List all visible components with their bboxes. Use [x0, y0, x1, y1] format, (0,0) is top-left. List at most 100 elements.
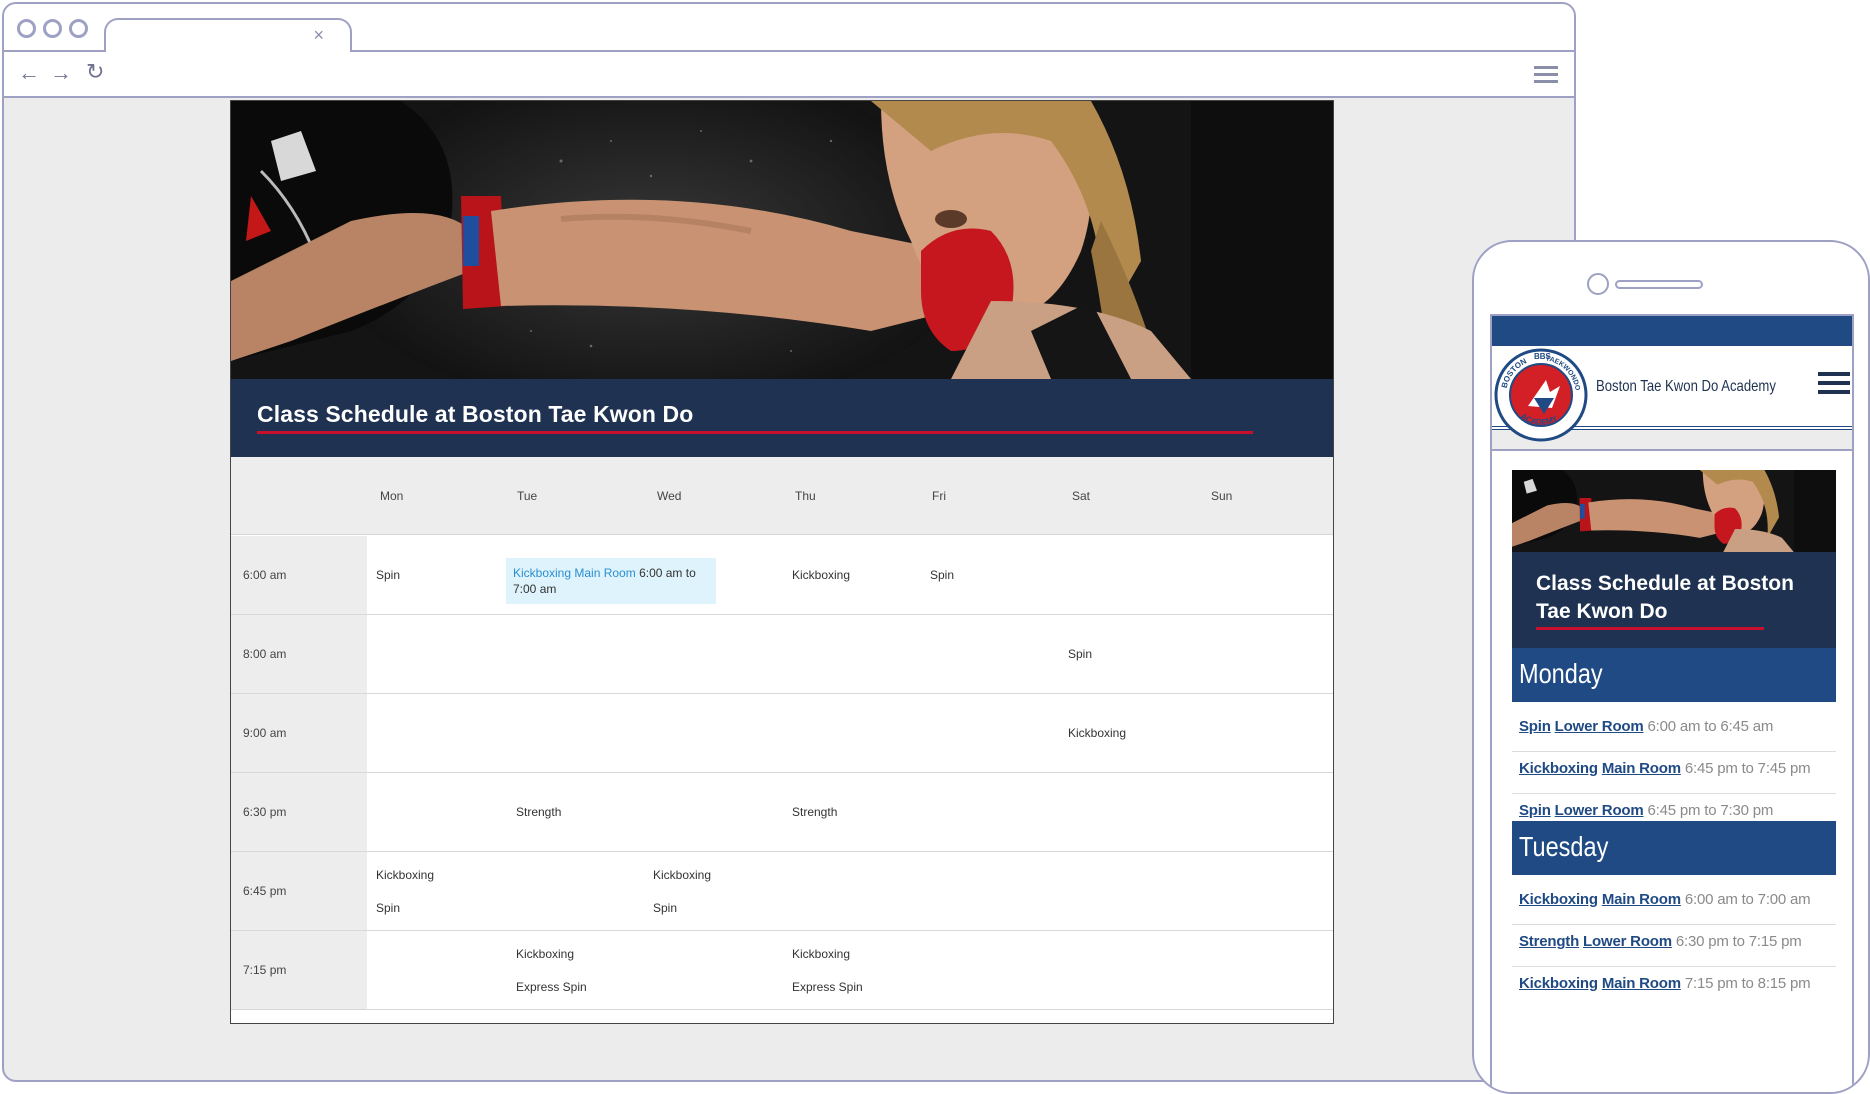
time-label: 6:45 pm — [243, 884, 287, 898]
day-header-sat: Sat — [1072, 489, 1091, 503]
day-header-fri: Fri — [932, 489, 946, 503]
hero-image — [231, 101, 1333, 379]
forward-arrow-icon[interactable]: → — [50, 62, 72, 84]
class-entry[interactable]: Kickboxing — [653, 867, 711, 883]
mobile-page-title: Class Schedule at Boston Tae Kwon Do — [1536, 572, 1794, 623]
class-time: 6:30 pm to 7:15 pm — [1675, 933, 1802, 950]
mobile-hero-image — [1512, 470, 1836, 552]
window-maximize-control[interactable] — [69, 19, 88, 38]
schedule-row: 6:45 pm Kickboxing Spin Kickboxing Spin — [231, 852, 1333, 931]
class-entry[interactable]: Kickboxing — [1068, 725, 1126, 741]
tab-close-icon[interactable]: × — [313, 26, 324, 44]
time-label: 6:30 pm — [243, 805, 287, 819]
room-link[interactable]: Main Room — [1602, 891, 1681, 908]
mobile-title-underline — [1536, 627, 1764, 630]
mobile-title-band: Class Schedule at Boston Tae Kwon Do — [1512, 552, 1836, 648]
schedule-row: 9:00 am Kickboxing — [231, 694, 1333, 773]
time-label: 9:00 am — [243, 726, 287, 740]
class-entry[interactable]: Spin — [653, 900, 677, 916]
window-close-control[interactable] — [17, 19, 36, 38]
room-link[interactable]: Main Room — [1602, 760, 1681, 777]
mobile-hero-photo-illustration — [1512, 470, 1836, 552]
class-time: 7:15 pm to 8:15 pm — [1684, 975, 1811, 992]
room-link[interactable]: Lower Room — [1555, 802, 1644, 819]
time-label: 7:15 pm — [243, 963, 287, 977]
time-cell: 8:00 am — [231, 615, 367, 693]
day-heading-tuesday: Tuesday — [1512, 821, 1836, 875]
phone-device: BOSTON TAEKWONDO ACADEMY BBS Boston Tae … — [1472, 240, 1870, 1094]
class-link[interactable]: Kickboxing — [1519, 760, 1598, 777]
hero-photo-illustration — [231, 101, 1333, 379]
browser-toolbar: ← → ↻ — [4, 52, 1574, 98]
window-minimize-control[interactable] — [43, 19, 62, 38]
schedule-row: 6:30 pm Strength Strength — [231, 773, 1333, 852]
class-entry[interactable]: Strength — [516, 804, 561, 820]
class-link[interactable]: Spin — [1519, 718, 1551, 735]
title-underline — [257, 431, 1253, 434]
class-entry[interactable]: Kickboxing — [376, 867, 434, 883]
class-entry[interactable]: Strength — [792, 804, 837, 820]
class-link[interactable]: Kickboxing — [1519, 975, 1598, 992]
day-header-wed: Wed — [657, 489, 682, 503]
class-link[interactable]: Kickboxing Main Room — [513, 566, 636, 580]
time-label: 8:00 am — [243, 647, 287, 661]
phone-screen: BOSTON TAEKWONDO ACADEMY BBS Boston Tae … — [1490, 314, 1854, 1092]
mobile-top-bar — [1492, 316, 1852, 346]
tab-bar: × — [4, 4, 1574, 54]
class-entry[interactable]: Spin — [1068, 646, 1092, 662]
class-entry[interactable]: Express Spin — [516, 979, 587, 995]
day-heading-label: Tuesday — [1519, 831, 1609, 862]
mobile-content: Class Schedule at Boston Tae Kwon Do Mon… — [1492, 449, 1852, 1092]
class-time: 6:45 pm to 7:30 pm — [1647, 802, 1774, 819]
room-link[interactable]: Lower Room — [1583, 933, 1672, 950]
class-link[interactable]: Kickboxing — [1519, 891, 1598, 908]
room-link[interactable]: Main Room — [1602, 975, 1681, 992]
schedule-header-row: Mon Tue Wed Thu Fri Sat Sun — [231, 457, 1333, 535]
day-heading-label: Monday — [1519, 658, 1603, 689]
time-cell: 6:45 pm — [231, 852, 367, 930]
class-entry[interactable]: Express Spin — [792, 979, 863, 995]
time-cell: 6:30 pm — [231, 773, 367, 851]
brand-name[interactable]: Boston Tae Kwon Do Academy — [1596, 378, 1776, 396]
day-header-mon: Mon — [380, 489, 404, 503]
browser-menu-icon[interactable] — [1534, 66, 1558, 84]
class-entry[interactable]: Spin — [376, 900, 400, 916]
schedule-row: 6:00 am Spin Kickboxing Main Room 6:00 a… — [231, 536, 1333, 615]
hamburger-menu-icon[interactable] — [1818, 372, 1850, 398]
title-band: Class Schedule at Boston Tae Kwon Do — [231, 379, 1333, 457]
time-cell: 7:15 pm — [231, 931, 367, 1009]
class-entry[interactable]: Spin — [376, 567, 400, 583]
day-header-sun: Sun — [1211, 489, 1233, 503]
day-header-thu: Thu — [795, 489, 816, 503]
room-link[interactable]: Lower Room — [1555, 718, 1644, 735]
class-time: 6:45 pm to 7:45 pm — [1684, 760, 1811, 777]
class-entry[interactable]: Kickboxing — [516, 946, 574, 962]
reload-icon[interactable]: ↻ — [86, 61, 104, 83]
class-entry[interactable]: Spin — [930, 567, 954, 583]
browser-tab[interactable]: × — [104, 18, 352, 54]
front-camera-icon — [1587, 273, 1609, 295]
day-heading-monday: Monday — [1512, 648, 1836, 702]
class-entry[interactable]: Kickboxing — [792, 567, 850, 583]
logo-text-left: BBS — [1534, 352, 1552, 361]
browser-window: × ← → ↻ Class Schedule at Boston Tae Kwo… — [2, 2, 1576, 1082]
class-entry[interactable]: Kickboxing — [792, 946, 850, 962]
speaker-grille — [1615, 280, 1703, 289]
class-link[interactable]: Spin — [1519, 802, 1551, 819]
class-entry-highlighted[interactable]: Kickboxing Main Room 6:00 am to 7:00 am — [506, 558, 716, 604]
time-cell: 6:00 am — [231, 536, 367, 614]
class-time: 6:00 am to 6:45 am — [1647, 718, 1774, 735]
time-cell: 9:00 am — [231, 694, 367, 772]
mobile-header: BOSTON TAEKWONDO ACADEMY BBS Boston Tae … — [1492, 346, 1852, 442]
desktop-page: Class Schedule at Boston Tae Kwon Do Mon… — [230, 100, 1334, 1024]
page-title: Class Schedule at Boston Tae Kwon Do — [257, 401, 694, 427]
academy-logo-icon[interactable]: BOSTON TAEKWONDO ACADEMY BBS — [1494, 348, 1588, 442]
time-label: 6:00 am — [243, 568, 287, 582]
mobile-class-item: Kickboxing Main Room 7:15 pm to 8:15 pm — [1512, 959, 1836, 1009]
class-link[interactable]: Strength — [1519, 933, 1579, 950]
schedule-row: 7:15 pm Kickboxing Express Spin Kickboxi… — [231, 931, 1333, 1010]
schedule-row: 8:00 am Spin — [231, 615, 1333, 694]
day-header-tue: Tue — [517, 489, 538, 503]
class-time: 6:00 am to 7:00 am — [1684, 891, 1811, 908]
back-arrow-icon[interactable]: ← — [18, 62, 40, 84]
